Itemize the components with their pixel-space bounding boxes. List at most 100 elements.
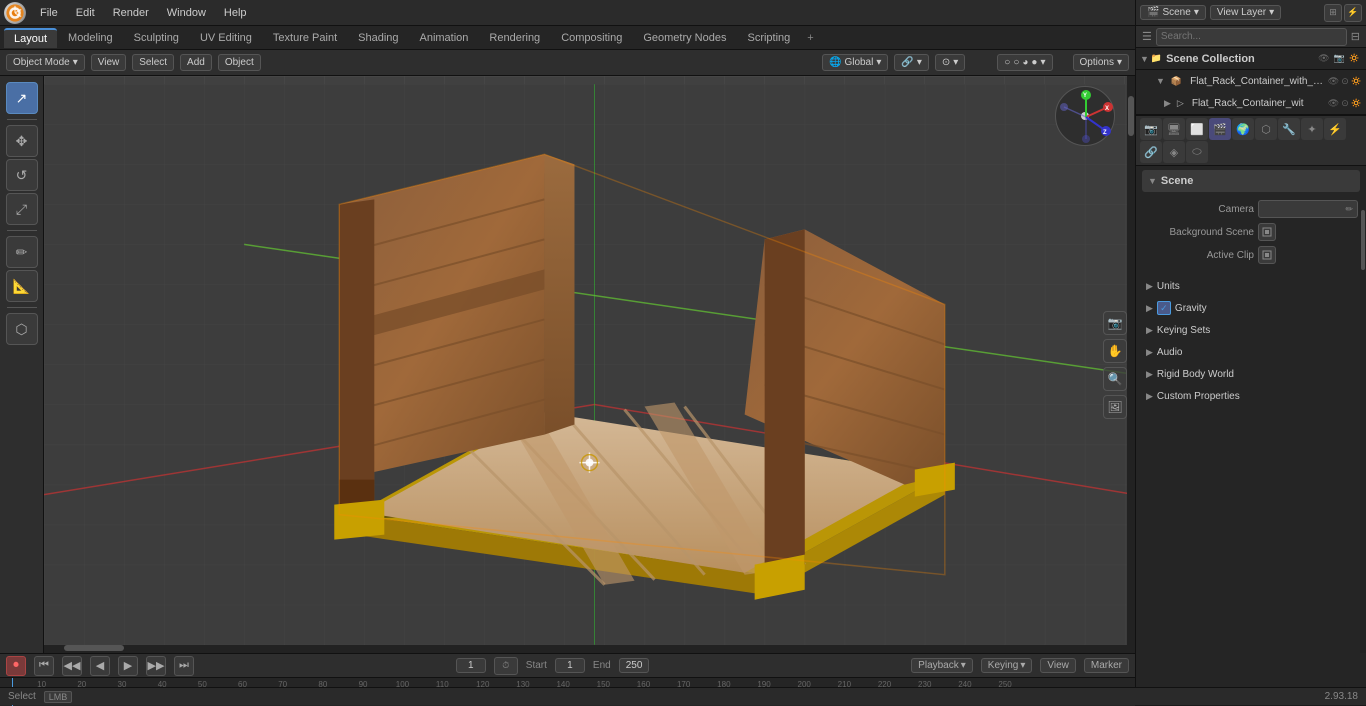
view-menu[interactable]: View	[91, 54, 127, 71]
outliner-render-icon[interactable]: 🔅	[1349, 53, 1360, 64]
annotate-tool[interactable]: ✏	[6, 236, 38, 268]
outliner-item-0[interactable]: ▼ 📦 Flat_Rack_Container_with_Co 👁 ⊙ 🔅	[1136, 70, 1366, 92]
item-render-1[interactable]: 🔅	[1351, 98, 1362, 109]
end-frame[interactable]: 250	[619, 658, 650, 673]
tab-rendering[interactable]: Rendering	[479, 29, 550, 47]
snap-toggle[interactable]: 🔗 ▾	[894, 54, 928, 71]
prop-icon-view-layer[interactable]: ⬜	[1186, 118, 1208, 140]
viewport-shading[interactable]: ○ ○ ◕ ● ▾	[997, 54, 1052, 71]
prop-icon-material[interactable]: ⬭	[1186, 141, 1208, 163]
right-panel-scrollbar[interactable]	[1360, 200, 1366, 653]
scene-section-header[interactable]: ▼ Scene	[1142, 170, 1360, 192]
outliner-filter-btn[interactable]: ⊟	[1351, 30, 1360, 43]
item-render-0[interactable]: 🔅	[1351, 76, 1362, 87]
marker-menu[interactable]: Marker	[1084, 658, 1129, 673]
outliner-item-1[interactable]: ▶ ▷ Flat_Rack_Container_wit 👁 ⊙ 🔅	[1136, 92, 1366, 114]
audio-section[interactable]: ▶ Audio	[1142, 341, 1360, 363]
item-eye-1[interactable]: 👁	[1328, 98, 1339, 109]
menu-window[interactable]: Window	[159, 5, 214, 21]
rigid-body-world-section[interactable]: ▶ Rigid Body World	[1142, 363, 1360, 385]
menu-file[interactable]: File	[32, 5, 66, 21]
select-tool[interactable]: ↗	[6, 82, 38, 114]
play-button[interactable]: ▶	[118, 656, 138, 676]
outliner-filter-icon[interactable]: ☰	[1142, 30, 1152, 43]
prop-icon-output[interactable]: 🖥	[1163, 118, 1185, 140]
playback-menu[interactable]: Playback ▾	[911, 658, 973, 673]
viewport-hand-icon[interactable]: ✋	[1103, 339, 1127, 363]
start-frame[interactable]: 1	[555, 658, 585, 673]
prop-icon-physics[interactable]: ⚡	[1324, 118, 1346, 140]
item-eye-0[interactable]: 👁	[1328, 76, 1339, 87]
scene-collection-expand[interactable]: ▼	[1140, 54, 1149, 64]
tab-layout[interactable]: Layout	[4, 28, 57, 48]
right-panel-scrollbar-thumb[interactable]	[1361, 210, 1365, 270]
object-mode-dropdown[interactable]: Object Mode ▾	[6, 54, 85, 71]
object-menu[interactable]: Object	[218, 54, 261, 71]
item-sel-1[interactable]: ⊙	[1341, 98, 1349, 109]
menu-help[interactable]: Help	[216, 5, 255, 21]
viewport-zoom-icon[interactable]: 🔍	[1103, 367, 1127, 391]
jump-start-button[interactable]: ⏮	[34, 656, 54, 676]
current-frame[interactable]: 1	[456, 658, 486, 673]
select-menu[interactable]: Select	[132, 54, 174, 71]
outliner-search[interactable]	[1156, 28, 1347, 46]
viewport-scrollbar-vertical[interactable]	[1127, 76, 1135, 653]
background-scene-btn[interactable]	[1258, 223, 1276, 241]
camera-value[interactable]: ✏	[1258, 200, 1358, 218]
keying-menu[interactable]: Keying ▾	[981, 658, 1033, 673]
jump-end-button[interactable]: ⏭	[174, 656, 194, 676]
tab-sculpting[interactable]: Sculpting	[124, 29, 189, 47]
tab-scripting[interactable]: Scripting	[737, 29, 800, 47]
gravity-section[interactable]: ▶ ✓ Gravity	[1142, 297, 1360, 319]
add-cube-tool[interactable]: ⬡	[6, 313, 38, 345]
item-sel-0[interactable]: ⊙	[1341, 76, 1349, 87]
step-back-button[interactable]: ◀◀	[62, 656, 82, 676]
keying-sets-section[interactable]: ▶ Keying Sets	[1142, 319, 1360, 341]
viewport-image-icon[interactable]: 🖼	[1103, 395, 1127, 419]
prop-icon-modifiers[interactable]: 🔧	[1278, 118, 1300, 140]
add-menu[interactable]: Add	[180, 54, 212, 71]
step-back-frame-button[interactable]: ◀	[90, 656, 110, 676]
prop-icon-object[interactable]: ⬡	[1255, 118, 1277, 140]
right-panel-icon-1[interactable]: ⊞	[1324, 4, 1342, 22]
tab-modeling[interactable]: Modeling	[58, 29, 123, 47]
viewport-camera-icon[interactable]: 📷	[1103, 311, 1127, 335]
move-tool[interactable]: ✥	[6, 125, 38, 157]
outliner-camera-icon[interactable]: 📷	[1334, 53, 1345, 64]
tab-texture-paint[interactable]: Texture Paint	[263, 29, 347, 47]
prop-icon-scene[interactable]: 🎬	[1209, 118, 1231, 140]
prop-icon-render[interactable]: 📷	[1140, 118, 1162, 140]
custom-properties-section[interactable]: ▶ Custom Properties	[1142, 385, 1360, 407]
tab-shading[interactable]: Shading	[348, 29, 408, 47]
menu-render[interactable]: Render	[105, 5, 157, 21]
add-workspace-button[interactable]: +	[801, 30, 819, 46]
right-panel-icon-2[interactable]: ⚡	[1344, 4, 1362, 22]
prop-icon-particles[interactable]: ✦	[1301, 118, 1323, 140]
scrollbar-thumb-v[interactable]	[1128, 96, 1134, 136]
step-forward-button[interactable]: ▶▶	[146, 656, 166, 676]
view-menu-timeline[interactable]: View	[1040, 658, 1076, 673]
item-expand-0[interactable]: ▼	[1156, 76, 1165, 86]
units-section[interactable]: ▶ Units	[1142, 275, 1360, 297]
tab-uv-editing[interactable]: UV Editing	[190, 29, 262, 47]
viewport-gizmo[interactable]: X Y Z	[1055, 86, 1125, 156]
3d-viewport[interactable]: User Perspective (1) Scene Collection	[44, 76, 1135, 653]
record-button[interactable]: ⏺	[6, 656, 26, 676]
scrollbar-thumb-h[interactable]	[64, 645, 124, 651]
outliner-eye-icon[interactable]: 👁	[1318, 53, 1329, 64]
prop-icon-constraints[interactable]: 🔗	[1140, 141, 1162, 163]
gravity-checkbox[interactable]: ✓	[1157, 301, 1171, 315]
tab-animation[interactable]: Animation	[410, 29, 479, 47]
time-display-icon[interactable]: ⏱	[494, 657, 518, 675]
viewport-scrollbar-horizontal[interactable]	[44, 645, 1135, 653]
rotate-tool[interactable]: ↺	[6, 159, 38, 191]
item-expand-1[interactable]: ▶	[1164, 98, 1171, 109]
proportional-editing[interactable]: ⊙ ▾	[935, 54, 965, 71]
transform-dropdown[interactable]: 🌐 Global ▾	[822, 54, 888, 71]
scene-selector[interactable]: 🎬 Scene ▾	[1140, 5, 1206, 20]
view-layer-selector[interactable]: View Layer ▾	[1210, 5, 1281, 20]
active-clip-btn[interactable]	[1258, 246, 1276, 264]
prop-icon-world[interactable]: 🌍	[1232, 118, 1254, 140]
tab-compositing[interactable]: Compositing	[551, 29, 632, 47]
scale-tool[interactable]: ⤢	[6, 193, 38, 225]
